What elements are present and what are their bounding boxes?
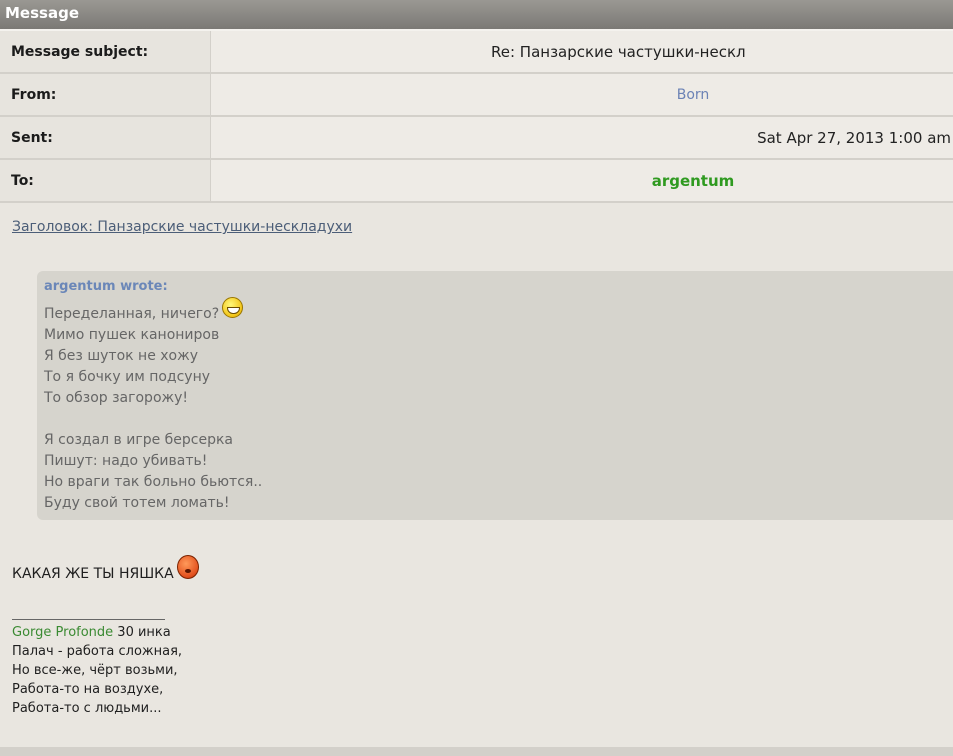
bottom-divider <box>0 747 953 756</box>
sent-label: Sent: <box>0 116 211 160</box>
window-title: Message <box>0 0 953 31</box>
angry-smiley-icon <box>176 555 199 579</box>
quote-line: Переделанная, ничего? <box>44 297 953 325</box>
signature-rank: 30 инка <box>113 625 171 640</box>
signature-line: Работа-то на воздухе, <box>12 682 164 697</box>
signature-line: Палач - работа сложная, <box>12 644 183 659</box>
grin-smiley-icon <box>222 297 244 318</box>
quote-line: Мимо пушек канониров <box>44 327 220 343</box>
quote-line: Я создал в игре берсерка <box>44 432 234 448</box>
quote-line: Я без шуток не хожу <box>44 348 199 364</box>
quote-line: То обзор загорожу! <box>44 390 189 406</box>
from-label: From: <box>0 73 211 117</box>
signature-divider <box>12 619 165 620</box>
to-row: To: argentum <box>0 159 953 203</box>
signature-line: Но все-же, чёрт возьми, <box>12 663 178 678</box>
subject-value: Re: Панзарские частушки-нескл <box>491 42 746 61</box>
reply-text-line: КАКАЯ ЖЕ ТЫ НЯШКА <box>12 555 953 582</box>
signature-block: Gorge Profonde 30 инка Палач - работа сл… <box>12 623 953 718</box>
message-header-table: Message subject: Re: Панзарские частушки… <box>0 31 953 203</box>
sent-row: Sent: Sat Apr 27, 2013 1:00 am <box>0 116 953 160</box>
reply-text: КАКАЯ ЖЕ ТЫ НЯШКА <box>12 566 174 582</box>
signature-name: Gorge Profonde <box>12 625 114 640</box>
quote-line-text: Переделанная, ничего? <box>44 306 220 322</box>
quote-spacer <box>44 409 953 430</box>
quote-line: Но враги так больно бьются.. <box>44 474 263 490</box>
sent-cell: Sat Apr 27, 2013 1:00 am <box>210 116 953 160</box>
signature-line: Работа-то с людьми... <box>12 701 162 716</box>
subject-row: Message subject: Re: Панзарские частушки… <box>0 31 953 74</box>
to-cell: argentum <box>210 159 953 203</box>
to-user-link[interactable]: argentum <box>652 172 735 190</box>
quote-line: Пишут: надо убивать! <box>44 453 208 469</box>
from-user-link[interactable]: Born <box>677 87 710 103</box>
quote-line: Буду свой тотем ломать! <box>44 495 230 511</box>
to-label: To: <box>0 159 211 203</box>
subject-label: Message subject: <box>0 31 211 74</box>
from-row: From: Born <box>0 73 953 117</box>
quote-line: То я бочку им подсуну <box>44 369 211 385</box>
from-cell: Born <box>210 73 953 117</box>
subject-cell: Re: Панзарские частушки-нескл <box>210 31 953 74</box>
signature-title-line: Gorge Profonde 30 инка <box>12 623 953 642</box>
sent-value: Sat Apr 27, 2013 1:00 am <box>757 128 951 147</box>
quote-author: argentum wrote: <box>44 279 168 294</box>
quote-block: argentum wrote: Переделанная, ничего? Ми… <box>37 271 953 520</box>
message-subject-link[interactable]: Заголовок: Панзарские частушки-нескладух… <box>12 219 953 235</box>
